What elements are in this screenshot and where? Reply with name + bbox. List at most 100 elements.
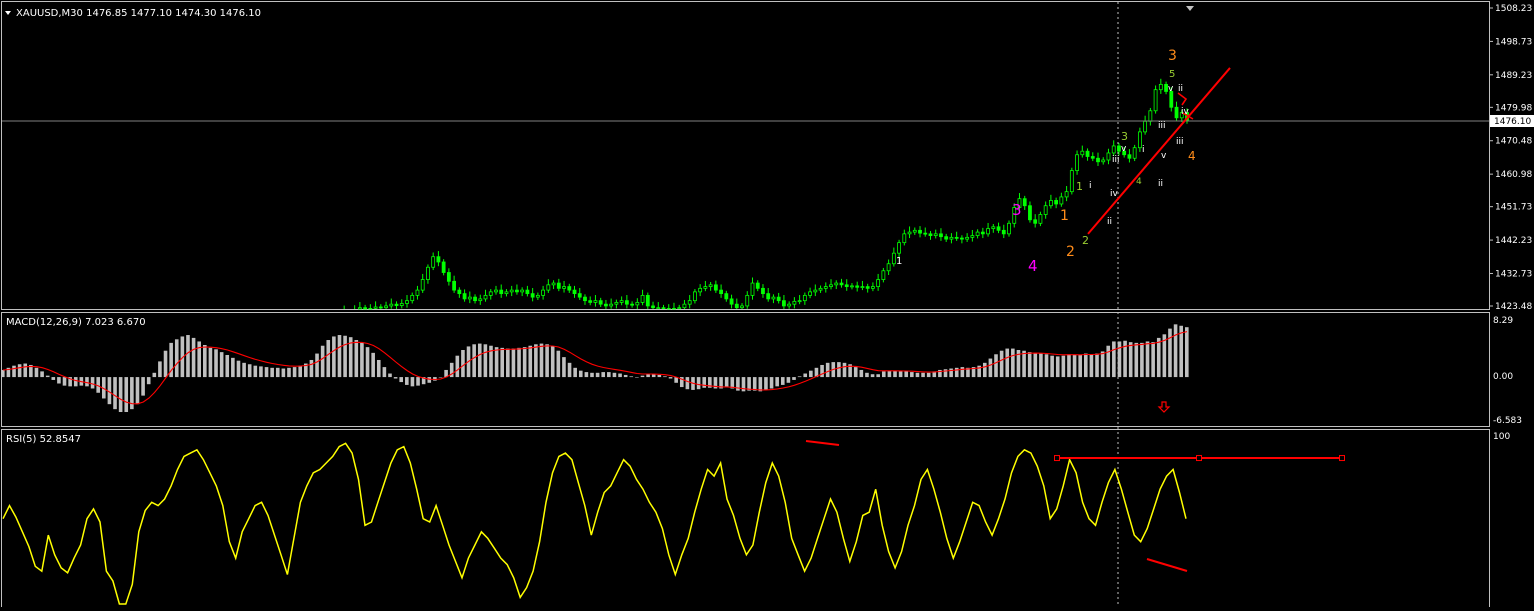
candle-body — [478, 298, 483, 302]
candle-body — [399, 303, 404, 306]
triangle-down-icon[interactable] — [5, 11, 11, 15]
candle-body — [1028, 205, 1032, 221]
candle-body — [682, 303, 687, 309]
macd-bar — [792, 377, 796, 380]
macd-bar — [657, 374, 662, 378]
macd-bar — [1011, 348, 1015, 378]
candle-body — [687, 300, 692, 305]
price-label: 1470.48 — [1495, 137, 1532, 147]
macd-bar — [506, 348, 510, 378]
macd-bar — [556, 350, 561, 378]
candle-body — [1069, 170, 1074, 193]
candle-body — [918, 229, 922, 234]
rsi-line-handle — [1054, 455, 1060, 462]
candle-body — [483, 294, 488, 300]
macd-bar — [809, 370, 813, 378]
macd-bar — [522, 347, 527, 378]
candle-body — [551, 282, 556, 286]
candle-body — [494, 289, 498, 293]
macd-bar — [174, 339, 179, 378]
chart-window: 1508.23 1498.73 1489.23 1479.98 1470.48 1460.… — [0, 0, 1534, 608]
candle-body — [405, 300, 409, 304]
macd-bar — [982, 362, 987, 378]
candle-body — [426, 266, 430, 280]
candle-body — [771, 296, 776, 300]
macd-bar — [562, 357, 566, 378]
candle-body — [1143, 120, 1148, 133]
candle-body — [410, 294, 415, 302]
macd-bar — [842, 362, 847, 378]
macd-bar — [231, 357, 235, 378]
candle-body — [782, 300, 786, 307]
candle-body — [624, 300, 629, 305]
candle-body — [891, 252, 896, 265]
price-label: 1498.73 — [1495, 37, 1532, 47]
candle-body — [698, 287, 703, 293]
macd-bar — [141, 377, 145, 396]
candle-body — [761, 287, 765, 295]
macd-bar — [607, 372, 611, 378]
candle-body — [865, 286, 870, 289]
candle-body — [729, 298, 734, 305]
candle-body — [556, 282, 561, 289]
candle-body — [734, 303, 739, 309]
macd-bar — [73, 377, 78, 387]
macd-bar — [865, 372, 869, 378]
macd-bar — [477, 343, 482, 378]
price-label: 1432.73 — [1495, 269, 1532, 279]
candle-body — [363, 307, 368, 310]
macd-bar — [534, 344, 538, 378]
macd-bar — [191, 337, 196, 378]
macd-bar — [853, 367, 858, 378]
macd-bar — [281, 368, 286, 378]
candle-body — [912, 229, 917, 233]
macd-bar — [1005, 348, 1010, 378]
macd-bar — [1072, 354, 1077, 378]
macd-bar — [1033, 352, 1038, 378]
candle-body — [651, 305, 655, 309]
candle-body — [1064, 191, 1069, 198]
macd-bar — [208, 347, 213, 378]
candle-body — [839, 282, 844, 286]
candle-body — [965, 236, 970, 240]
chart-canvas[interactable]: 1508.23 1498.73 1489.23 1479.98 1470.48 1460.… — [0, 0, 1534, 608]
candle-body — [944, 236, 949, 240]
candle-body — [525, 289, 530, 295]
macd-bar — [769, 377, 774, 389]
wave-label: i — [1142, 145, 1145, 155]
candle-body — [488, 291, 493, 296]
macd-bar — [887, 370, 892, 378]
wave-label: iii — [1176, 137, 1184, 147]
main-overlays — [2, 67, 1489, 235]
macd-bar — [994, 354, 998, 378]
candle-body — [588, 300, 593, 303]
macd-bar — [764, 377, 768, 390]
macd-bar — [786, 377, 791, 383]
macd-bar — [663, 376, 667, 378]
candle-body — [1101, 159, 1106, 163]
candle-body — [776, 296, 781, 302]
candle-body — [713, 284, 718, 291]
scroll-marker-icon[interactable] — [1186, 6, 1194, 11]
macd-bar — [758, 377, 763, 392]
rsi-line-handle — [1339, 455, 1345, 462]
candle-body — [462, 293, 467, 300]
macd-bar — [146, 377, 151, 385]
candle-body — [829, 284, 833, 287]
candle-body — [693, 291, 697, 302]
macd-bar — [461, 350, 465, 378]
candle-body — [823, 286, 828, 289]
wave-label: v — [1168, 84, 1174, 94]
macd-bar — [152, 372, 157, 378]
macd-bar — [135, 377, 140, 405]
trendline — [1087, 67, 1231, 235]
candle-body — [1054, 200, 1059, 205]
candle-body — [394, 303, 399, 306]
macd-bar — [264, 367, 269, 378]
wave-label: v — [1121, 144, 1127, 154]
macd-panel-frame — [1, 312, 1490, 427]
price-label: 1460.98 — [1495, 170, 1532, 180]
macd-bar — [1117, 341, 1122, 378]
macd-bar — [186, 335, 190, 378]
macd-bar — [388, 373, 392, 378]
